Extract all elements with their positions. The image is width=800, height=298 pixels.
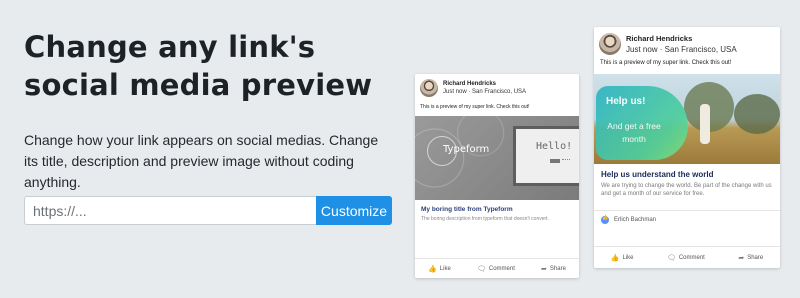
post-text: This is a preview of my super link. Chec… bbox=[420, 104, 530, 110]
share-action[interactable]: ➦ Share bbox=[541, 265, 566, 273]
thumbs-up-icon: 👍 bbox=[428, 265, 437, 273]
comment-action[interactable]: 🗨 Comment bbox=[477, 265, 515, 273]
link-info: Help us understand the world We are tryi… bbox=[594, 164, 780, 210]
person-graphic bbox=[700, 104, 710, 144]
comment-icon: 🗨 bbox=[666, 254, 676, 262]
customize-button[interactable]: Customize bbox=[316, 196, 392, 225]
link-preview-image: Help us! And get a free month bbox=[594, 74, 780, 164]
avatar bbox=[599, 33, 621, 55]
link-title: My boring title from Typeform bbox=[421, 206, 513, 213]
post-meta: Just now · San Francisco, USA bbox=[626, 44, 737, 54]
like-action[interactable]: 👍 Like bbox=[428, 265, 451, 273]
link-description: The boring description from typeform tha… bbox=[421, 216, 549, 222]
url-form: Customize bbox=[24, 196, 392, 225]
post-header: Richard Hendricks Just now · San Francis… bbox=[594, 27, 780, 57]
preview-card-before: Richard Hendricks Just now · San Francis… bbox=[415, 74, 579, 278]
share-action[interactable]: ➦ Share bbox=[738, 254, 763, 262]
link-preview-image: Typeform Hello! bbox=[415, 116, 579, 200]
preview-card-after: Richard Hendricks Just now · San Francis… bbox=[594, 27, 780, 268]
link-title: Help us understand the world bbox=[601, 170, 714, 179]
thumbs-up-icon: 👍 bbox=[610, 254, 620, 262]
comment-icon: 🗨 bbox=[476, 265, 486, 273]
hello-text: Hello! bbox=[536, 141, 573, 152]
comment-action[interactable]: 🗨 Comment bbox=[667, 254, 705, 262]
author-name: Richard Hendricks bbox=[443, 81, 497, 87]
promo-headline: Help us! bbox=[606, 96, 646, 107]
share-icon: ➦ bbox=[738, 254, 745, 262]
hero-subtitle: Change how your link appears on social m… bbox=[24, 132, 379, 190]
promo-subline: And get a free month bbox=[607, 121, 661, 144]
like-action[interactable]: 👍 Like bbox=[611, 254, 634, 262]
post-actions: 👍 Like 🗨 Comment ➦ Share bbox=[594, 246, 780, 268]
hero-title: Change any link's social media preview bbox=[24, 30, 373, 102]
post-header: Richard Hendricks Just now · San Francis… bbox=[415, 74, 579, 98]
post-actions: 👍 Like 🗨 Comment ➦ Share bbox=[415, 258, 579, 278]
post-meta: Just now · San Francisco, USA bbox=[443, 89, 527, 95]
avatar bbox=[420, 79, 438, 97]
author-name: Richard Hendricks bbox=[626, 33, 693, 43]
laptop-graphic: Hello! bbox=[513, 126, 579, 186]
promo-blob: Help us! And get a free month bbox=[596, 86, 688, 160]
link-info: My boring title from Typeform The boring… bbox=[415, 200, 579, 236]
liker-name: Erlich Bachman bbox=[614, 216, 657, 223]
share-icon: ➦ bbox=[541, 265, 547, 273]
likes-row: Erlich Bachman bbox=[594, 210, 780, 228]
typeform-logo: Typeform bbox=[443, 144, 490, 155]
like-badge-icon bbox=[601, 215, 609, 224]
link-description: We are trying to change the world. Be pa… bbox=[601, 183, 772, 197]
url-input[interactable] bbox=[24, 196, 316, 225]
post-text: This is a preview of my super link. Chec… bbox=[600, 60, 732, 66]
